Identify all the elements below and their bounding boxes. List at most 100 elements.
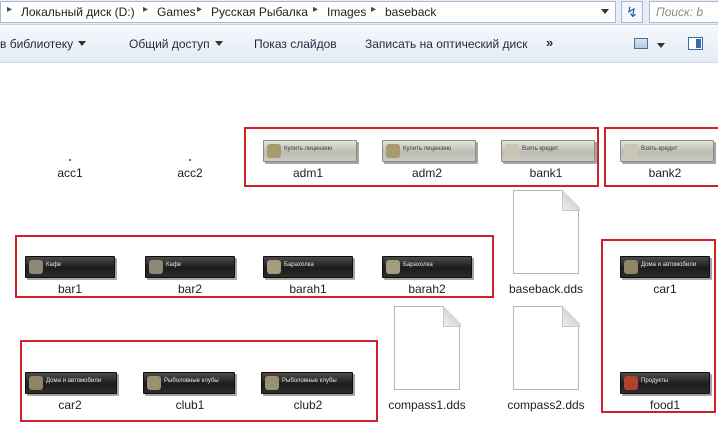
- fishing-club-icon: [265, 376, 279, 390]
- file-list: acc1 acc2 Купить лицензию adm1 Купить ли…: [0, 64, 718, 443]
- chevron-down-icon: [214, 41, 223, 46]
- file-item-food1[interactable]: Продукты food1: [610, 352, 718, 443]
- coffee-cup-icon: [149, 260, 163, 274]
- more-commands-button[interactable]: »: [546, 35, 553, 50]
- refresh-button[interactable]: ↯: [621, 1, 643, 23]
- chevron-down-icon: [78, 41, 87, 46]
- share-label: Общий доступ: [129, 37, 210, 51]
- breadcrumb-baseback[interactable]: baseback: [385, 5, 436, 19]
- shield-icon: [624, 144, 638, 158]
- file-name: car1: [653, 282, 677, 296]
- slideshow-button[interactable]: Показ слайдов: [254, 37, 337, 51]
- button-thumbnail: Барахолка: [263, 256, 353, 278]
- file-item-adm2[interactable]: Купить лицензию adm2: [372, 120, 482, 230]
- file-name: adm2: [411, 166, 443, 180]
- flea-market-icon: [267, 260, 281, 274]
- file-item-club1[interactable]: Рыболовные клубы club1: [135, 352, 245, 443]
- button-thumbnail: Барахолка: [382, 256, 472, 278]
- address-history-chevron-down-icon[interactable]: [601, 9, 609, 14]
- file-name: food1: [649, 398, 681, 412]
- breadcrumb-separator[interactable]: ▸: [313, 4, 318, 15]
- license-icon: [267, 144, 281, 158]
- thumbnail-text: Взять кредит: [641, 146, 678, 152]
- breadcrumb-separator[interactable]: ▸: [143, 4, 148, 15]
- button-thumbnail: Дома и автомобили: [620, 256, 710, 278]
- file-item-barah1[interactable]: Барахолка barah1: [253, 236, 363, 346]
- file-name: acc1: [57, 166, 83, 180]
- button-thumbnail: Взять кредит: [501, 140, 595, 162]
- food-icon: [624, 376, 638, 390]
- page-fold-icon: [562, 190, 580, 211]
- view-options-chevron-down-icon[interactable]: [657, 43, 665, 48]
- file-item-bank2[interactable]: Взять кредит bank2: [610, 120, 718, 230]
- file-item-acc2[interactable]: acc2: [135, 120, 245, 230]
- thumbnail-text: Дома и автомобили: [641, 262, 697, 268]
- breadcrumb-games[interactable]: Games: [157, 5, 196, 19]
- file-name: adm1: [292, 166, 324, 180]
- thumbnail-text: Барахолка: [403, 262, 433, 268]
- file-name: barah2: [408, 282, 446, 296]
- search-input[interactable]: Поиск: b: [649, 1, 718, 23]
- thumbnail-text: Купить лицензию: [403, 146, 452, 152]
- thumbnail-text: Дома и автомобили: [46, 378, 102, 384]
- tiny-image-thumbnail: [189, 159, 191, 161]
- house-icon: [29, 376, 43, 390]
- breadcrumb-images[interactable]: Images: [327, 5, 366, 19]
- button-thumbnail: Кафе: [25, 256, 115, 278]
- file-item-club2[interactable]: Рыболовные клубы club2: [253, 352, 363, 443]
- button-thumbnail: Рыболовные клубы: [143, 372, 235, 394]
- breadcrumb-separator: ▸: [7, 4, 13, 15]
- file-name: acc2: [177, 166, 203, 180]
- button-thumbnail: Взять кредит: [620, 140, 714, 162]
- refresh-icon: ↯: [626, 4, 638, 20]
- file-item-bar2[interactable]: Кафе bar2: [135, 236, 245, 346]
- house-icon: [624, 260, 638, 274]
- preview-pane-icon[interactable]: [688, 37, 703, 50]
- license-icon: [386, 144, 400, 158]
- thumbnail-text: Кафе: [166, 262, 182, 268]
- fishing-club-icon: [147, 376, 161, 390]
- burn-disc-button[interactable]: Записать на оптический диск: [365, 37, 528, 51]
- button-thumbnail: Купить лицензию: [382, 140, 476, 162]
- breadcrumb-russkaya-rybalka[interactable]: Русская Рыбалка: [211, 5, 308, 19]
- file-item-acc1[interactable]: acc1: [15, 120, 125, 230]
- change-view-icon[interactable]: [634, 38, 648, 49]
- file-item-bar1[interactable]: Кафе bar1: [15, 236, 125, 346]
- tiny-image-thumbnail: [69, 159, 71, 161]
- page-fold-icon: [443, 306, 461, 327]
- address-bar-row: ▸ Локальный диск (D:) ▸ Games ▸ Русская …: [0, 0, 718, 25]
- button-thumbnail: Рыболовные клубы: [261, 372, 353, 394]
- file-item-compass2-dds[interactable]: compass2.dds: [491, 300, 601, 412]
- file-name: bar1: [57, 282, 83, 296]
- file-item-car2[interactable]: Дома и автомобили car2: [15, 352, 125, 443]
- thumbnail-text: Кафе: [46, 262, 62, 268]
- file-name: bank1: [529, 166, 563, 180]
- shield-icon: [505, 144, 519, 158]
- button-thumbnail: Продукты: [620, 372, 710, 394]
- file-item-adm1[interactable]: Купить лицензию adm1: [253, 120, 363, 230]
- file-name: club1: [175, 398, 205, 412]
- thumbnail-text: Рыболовные клубы: [282, 378, 337, 384]
- thumbnail-text: Рыболовные клубы: [164, 378, 219, 384]
- file-name: car2: [58, 398, 82, 412]
- share-button[interactable]: Общий доступ: [129, 37, 223, 51]
- file-item-compass1-dds[interactable]: compass1.dds: [372, 300, 482, 412]
- address-bar[interactable]: ▸ Локальный диск (D:) ▸ Games ▸ Русская …: [0, 1, 616, 23]
- thumbnail-text: Купить лицензию: [284, 146, 333, 152]
- coffee-cup-icon: [29, 260, 43, 274]
- button-thumbnail: Купить лицензию: [263, 140, 357, 162]
- file-name: barah1: [289, 282, 327, 296]
- thumbnail-text: Барахолка: [284, 262, 314, 268]
- file-item-baseback-dds[interactable]: baseback.dds: [491, 184, 601, 296]
- breadcrumb-separator[interactable]: ▸: [197, 4, 202, 15]
- flea-market-icon: [386, 260, 400, 274]
- file-name: compass2.dds: [507, 398, 585, 412]
- breadcrumb-drive[interactable]: Локальный диск (D:): [21, 5, 135, 19]
- breadcrumb-separator[interactable]: ▸: [371, 4, 376, 15]
- file-item-car1[interactable]: Дома и автомобили car1: [610, 236, 718, 346]
- file-name: baseback.dds: [508, 282, 584, 296]
- file-name: compass1.dds: [388, 398, 466, 412]
- page-fold-icon: [562, 306, 580, 327]
- add-to-library-label: в библиотеку: [0, 37, 74, 51]
- add-to-library-button[interactable]: в библиотеку: [0, 37, 87, 51]
